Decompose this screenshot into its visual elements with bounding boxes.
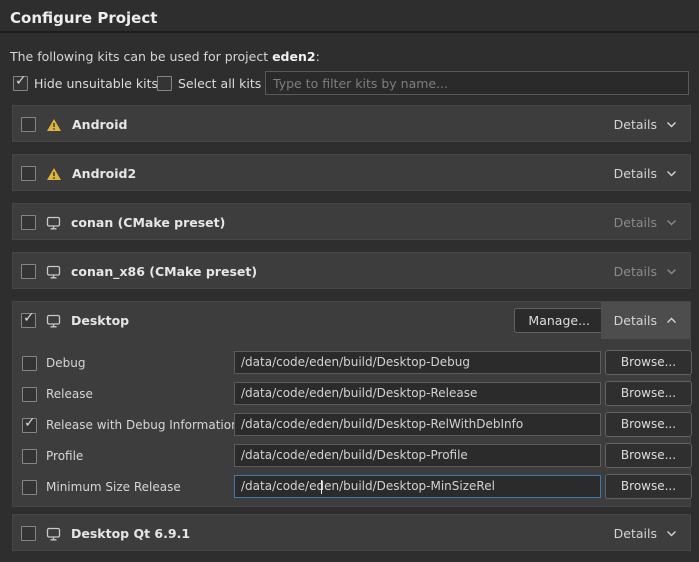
project-name: eden2 [272, 49, 316, 64]
chevron-down-icon [666, 170, 677, 177]
kit-checkbox[interactable] [21, 313, 36, 328]
config-label: Profile [46, 449, 83, 463]
config-label: Release with Debug Information [46, 418, 239, 432]
kit-row-conan-x86: conan_x86 (CMake preset) Details [12, 252, 691, 289]
warning-icon [46, 167, 62, 181]
select-all-kits-group: Select all kits [157, 76, 261, 91]
kit-checkbox[interactable] [21, 526, 36, 541]
browse-button[interactable]: Browse... [605, 381, 692, 406]
kit-header: Desktop Manage... Details [13, 302, 690, 339]
desktop-icon [46, 265, 61, 279]
hide-unsuitable-kits-label: Hide unsuitable kits [34, 76, 158, 91]
build-path-input[interactable]: /data/code/eden/build/Desktop-Debug [234, 351, 601, 374]
config-row-relwithdebinfo: Release with Debug Information /data/cod… [13, 413, 690, 437]
details-button[interactable]: Details [601, 302, 690, 339]
details-button[interactable]: Details [601, 155, 690, 192]
kit-row-android: Android Details [12, 105, 691, 142]
browse-button[interactable]: Browse... [605, 412, 692, 437]
details-button[interactable]: Details [601, 253, 690, 290]
kit-row-android2: Android2 Details [12, 154, 691, 191]
kit-checkbox[interactable] [21, 166, 36, 181]
kit-header: Android Details [13, 106, 690, 143]
kit-checkbox[interactable] [21, 215, 36, 230]
manage-kits-button[interactable]: Manage... [514, 308, 604, 333]
build-path-input-focused[interactable]: /data/code/eden/build/Desktop-MinSizeRel [234, 475, 601, 498]
config-row-release: Release /data/code/eden/build/Desktop-Re… [13, 382, 690, 406]
kit-filter-input[interactable] [265, 71, 689, 95]
kit-header: conan (CMake preset) Details [13, 204, 690, 241]
page-title: Configure Project [10, 9, 157, 27]
browse-button[interactable]: Browse... [605, 443, 692, 468]
chevron-down-icon [666, 121, 677, 128]
config-row-debug: Debug /data/code/eden/build/Desktop-Debu… [13, 351, 690, 375]
warning-icon [46, 118, 62, 132]
browse-button[interactable]: Browse... [605, 350, 692, 375]
config-checkbox[interactable] [22, 356, 37, 371]
kit-row-conan: conan (CMake preset) Details [12, 203, 691, 240]
hide-unsuitable-kits-group: Hide unsuitable kits [13, 76, 158, 91]
build-path-input[interactable]: /data/code/eden/build/Desktop-Profile [234, 444, 601, 467]
config-row-minsizerel: Minimum Size Release /data/code/eden/bui… [13, 475, 690, 499]
select-all-kits-label: Select all kits [178, 76, 261, 91]
select-all-kits-checkbox[interactable] [157, 76, 172, 91]
config-checkbox[interactable] [22, 449, 37, 464]
config-checkbox[interactable] [22, 387, 37, 402]
kits-subtitle: The following kits can be used for proje… [10, 49, 320, 64]
config-label: Minimum Size Release [46, 480, 181, 494]
kit-name: Android [72, 117, 128, 132]
subtitle-text: The following kits can be used for proje… [10, 49, 272, 64]
config-checkbox[interactable] [22, 418, 37, 433]
hide-unsuitable-kits-checkbox[interactable] [13, 76, 28, 91]
kit-name: conan_x86 (CMake preset) [71, 264, 257, 279]
chevron-down-icon [666, 268, 677, 275]
config-label: Debug [46, 356, 85, 370]
build-path-input[interactable]: /data/code/eden/build/Desktop-Release [234, 382, 601, 405]
kit-name: Desktop [71, 313, 129, 328]
title-separator [0, 31, 699, 33]
config-checkbox[interactable] [22, 480, 37, 495]
configure-project-screen: Configure Project The following kits can… [0, 0, 699, 562]
kit-checkbox[interactable] [21, 117, 36, 132]
build-path-input[interactable]: /data/code/eden/build/Desktop-RelWithDeb… [234, 413, 601, 436]
kit-header: conan_x86 (CMake preset) Details [13, 253, 690, 290]
config-row-profile: Profile /data/code/eden/build/Desktop-Pr… [13, 444, 690, 468]
details-button[interactable]: Details [601, 106, 690, 143]
browse-button[interactable]: Browse... [605, 474, 692, 499]
chevron-down-icon [666, 219, 677, 226]
kit-header: Android2 Details [13, 155, 690, 192]
text-caret [321, 480, 322, 494]
desktop-icon [46, 314, 61, 328]
desktop-icon [46, 527, 61, 541]
chevron-down-icon [666, 530, 677, 537]
desktop-icon [46, 216, 61, 230]
kit-checkbox[interactable] [21, 264, 36, 279]
kit-name: Android2 [72, 166, 136, 181]
details-button[interactable]: Details [601, 204, 690, 241]
kit-row-desktop-qt: Desktop Qt 6.9.1 Details [12, 514, 691, 551]
kit-name: conan (CMake preset) [71, 215, 225, 230]
chevron-up-icon [666, 317, 677, 324]
kit-row-desktop: Desktop Manage... Details Debug /data/co… [12, 301, 691, 507]
kit-name: Desktop Qt 6.9.1 [71, 526, 190, 541]
config-label: Release [46, 387, 93, 401]
details-button[interactable]: Details [601, 515, 690, 552]
kit-header: Desktop Qt 6.9.1 Details [13, 515, 690, 552]
